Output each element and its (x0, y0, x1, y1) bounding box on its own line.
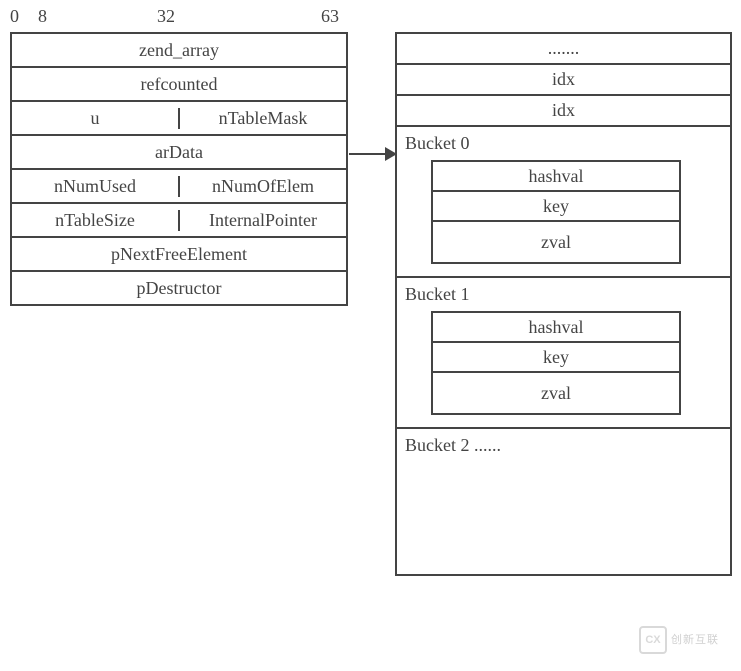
pNextFreeElement-field: pNextFreeElement (12, 244, 346, 265)
bit-label-63: 63 (321, 6, 339, 27)
refcounted-field: refcounted (12, 74, 346, 95)
u-field: u (12, 108, 180, 129)
watermark: CX 创新互联 (639, 625, 733, 655)
bucket-0-section: Bucket 0 hashval key zval (397, 127, 730, 278)
zend-array-struct: zend_array refcounted u nTableMask arDat… (10, 32, 348, 306)
nNumUsed-field: nNumUsed (12, 176, 180, 197)
nNumOfElem-field: nNumOfElem (180, 176, 346, 197)
bucket-0-zval: zval (433, 222, 679, 264)
InternalPointer-field: InternalPointer (180, 210, 346, 231)
bucket-0-inner: hashval key zval (431, 160, 681, 264)
ellipsis-row: ....... (397, 34, 730, 65)
bucket-0-key: key (433, 192, 679, 222)
idx-row-1: idx (397, 65, 730, 96)
arData-field: arData (12, 142, 346, 163)
bucket-1-inner: hashval key zval (431, 311, 681, 415)
pDestructor-field: pDestructor (12, 278, 346, 299)
bucket-1-key: key (433, 343, 679, 373)
bit-label-8: 8 (38, 6, 47, 27)
watermark-text: 创新互联 (671, 634, 719, 646)
bucket-2-section: Bucket 2 ...... (397, 429, 730, 574)
bit-label-32: 32 (157, 6, 175, 27)
bucket-1-section: Bucket 1 hashval key zval (397, 278, 730, 429)
bucket-1-zval: zval (433, 373, 679, 415)
bucket-1-hashval: hashval (433, 313, 679, 343)
nTableSize-field: nTableSize (12, 210, 180, 231)
bucket-0-hashval: hashval (433, 162, 679, 192)
nTableMask-field: nTableMask (180, 108, 346, 129)
bit-label-0: 0 (10, 6, 19, 27)
bucket-2-label: Bucket 2 ...... (405, 435, 501, 455)
bucket-array-struct: ....... idx idx Bucket 0 hashval key zva… (395, 32, 732, 576)
bucket-0-label: Bucket 0 (397, 131, 730, 154)
watermark-logo-icon: CX (639, 626, 667, 654)
idx-row-2: idx (397, 96, 730, 127)
bucket-1-label: Bucket 1 (397, 282, 730, 305)
zend-array-title: zend_array (12, 40, 346, 61)
